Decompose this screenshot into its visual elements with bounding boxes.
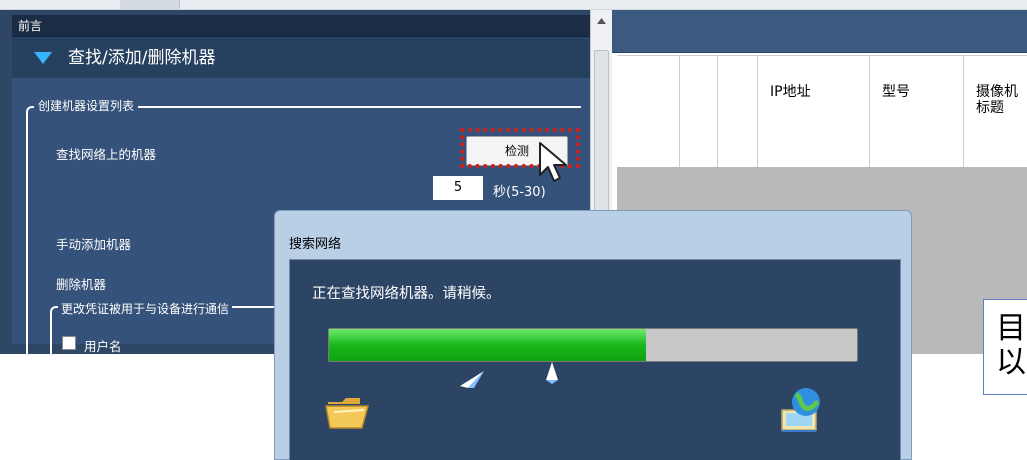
top-tab[interactable] — [120, 0, 180, 9]
section-title: 查找/添加/删除机器 — [68, 48, 216, 68]
dialog-body: 正在查找网络机器。请稍候。 — [289, 259, 901, 460]
search-network-dialog: 搜索网络 正在查找网络机器。请稍候。 — [274, 210, 912, 460]
flying-document-icon — [460, 371, 484, 388]
group-title: 创建机器设置列表 — [34, 97, 139, 114]
username-label: 用户名 — [84, 339, 122, 354]
right-panel-header — [612, 10, 1027, 53]
table-column-header[interactable] — [617, 56, 679, 168]
annotation-callout: 目 以 — [983, 299, 1027, 395]
mouse-pointer-icon — [539, 142, 567, 182]
flying-document-icon — [546, 362, 558, 384]
table-column-model[interactable]: 型号 — [869, 56, 963, 168]
delete-machines-label: 删除机器 — [56, 277, 107, 292]
table-column-header[interactable] — [679, 56, 717, 168]
manual-add-label: 手动添加机器 — [56, 237, 132, 252]
seconds-input[interactable]: 5 — [433, 176, 483, 200]
credentials-title: 更改凭证被用于与设备进行通信 — [58, 300, 233, 317]
table-column-header[interactable] — [717, 56, 757, 168]
find-machines-label: 查找网络上的机器 — [56, 147, 157, 162]
dialog-title: 搜索网络 — [289, 237, 342, 252]
progress-fill — [329, 329, 646, 361]
preface-label: 前言 — [18, 19, 43, 33]
section-header-find-add-delete[interactable]: 查找/添加/删除机器 — [12, 38, 590, 78]
search-progress-bar — [328, 328, 858, 362]
folder-icon — [325, 398, 369, 429]
preface-bar[interactable]: 前言 — [12, 15, 590, 37]
username-checkbox[interactable] — [62, 336, 76, 350]
scroll-up-arrow-icon[interactable] — [594, 14, 609, 28]
top-tab-strip — [0, 0, 1027, 10]
table-column-camera-title[interactable]: 摄像机 标题 — [963, 56, 1027, 168]
expand-triangle-icon[interactable] — [34, 52, 52, 64]
machine-table-header: IP地址 型号 摄像机 标题 — [617, 55, 1027, 168]
table-column-ip-address[interactable]: IP地址 — [757, 56, 869, 168]
dialog-message: 正在查找网络机器。请稍候。 — [312, 286, 501, 302]
annotation-text: 目 以 — [996, 311, 1026, 380]
network-computer-icon — [781, 388, 820, 432]
